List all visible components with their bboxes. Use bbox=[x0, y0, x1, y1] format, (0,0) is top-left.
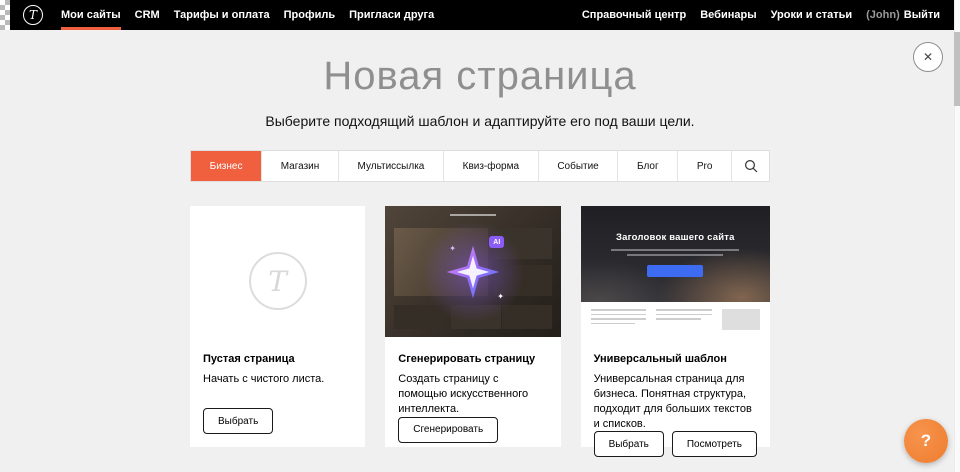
nav-right: Справочный центр Вебинары Уроки и статьи… bbox=[582, 0, 940, 30]
card-ai-generate: AI ✦ ✦ Сгенерировать страницу Создать ст… bbox=[385, 206, 560, 447]
sparkle-icon: ✦ bbox=[497, 292, 504, 301]
top-nav: T Мои сайты CRM Тарифы и оплата Профиль … bbox=[0, 0, 960, 30]
card-description: Начать с чистого листа. bbox=[203, 372, 352, 387]
card-universal-template: Заголовок вашего сайта bbox=[581, 206, 770, 447]
nav-left: Мои сайты CRM Тарифы и оплата Профиль Пр… bbox=[61, 0, 434, 30]
nav-profile[interactable]: Профиль bbox=[284, 0, 335, 30]
logo[interactable]: T bbox=[23, 5, 43, 25]
card-actions: Выбрать Посмотреть bbox=[594, 431, 757, 457]
template-text-section bbox=[581, 302, 770, 337]
tab-pro[interactable]: Pro bbox=[677, 151, 731, 181]
nav-tariffs[interactable]: Тарифы и оплата bbox=[174, 0, 270, 30]
card-title: Универсальный шаблон bbox=[594, 353, 757, 365]
card-actions: Сгенерировать bbox=[398, 417, 547, 443]
card-blank-page: T Пустая страница Начать с чистого листа… bbox=[190, 206, 365, 447]
template-grid: T Пустая страница Начать с чистого листа… bbox=[190, 206, 770, 447]
select-blank-button[interactable]: Выбрать bbox=[203, 408, 273, 434]
template-hero: Заголовок вашего сайта bbox=[581, 206, 770, 302]
help-button[interactable]: ? bbox=[904, 419, 948, 463]
nav-logout-label: Выйти bbox=[904, 9, 940, 21]
nav-logout[interactable]: (John) Выйти bbox=[866, 0, 940, 30]
search-icon bbox=[744, 159, 758, 173]
card-body: Пустая страница Начать с чистого листа. … bbox=[190, 337, 365, 447]
text-line bbox=[591, 314, 647, 316]
universal-template-preview[interactable]: Заголовок вашего сайта bbox=[581, 206, 770, 337]
scrollbar-track[interactable] bbox=[954, 0, 960, 472]
card-title: Сгенерировать страницу bbox=[398, 353, 547, 365]
hero-text-line bbox=[611, 249, 739, 251]
generate-button[interactable]: Сгенерировать bbox=[398, 417, 498, 443]
tab-blog[interactable]: Блог bbox=[617, 151, 677, 181]
card-description: Создать страницу с помощью искусственног… bbox=[398, 372, 547, 417]
text-line bbox=[591, 323, 636, 325]
text-line bbox=[656, 314, 712, 316]
select-universal-button[interactable]: Выбрать bbox=[594, 431, 664, 457]
close-button[interactable]: ✕ bbox=[913, 42, 943, 72]
tab-multilink[interactable]: Мультиссылка bbox=[338, 151, 443, 181]
transparency-checker bbox=[0, 0, 10, 30]
nav-my-sites[interactable]: Мои сайты bbox=[61, 0, 121, 30]
hero-text-line bbox=[627, 254, 723, 256]
page-subtitle: Выберите подходящий шаблон и адаптируйте… bbox=[0, 113, 960, 129]
hero-cta-button bbox=[647, 265, 703, 277]
nav-invite-friend[interactable]: Пригласи друга bbox=[349, 0, 434, 30]
nav-webinars[interactable]: Вебинары bbox=[700, 0, 756, 30]
nav-help-center[interactable]: Справочный центр bbox=[582, 0, 686, 30]
tab-shop[interactable]: Магазин bbox=[261, 151, 338, 181]
text-line bbox=[591, 318, 647, 320]
blank-page-preview[interactable]: T bbox=[190, 206, 365, 337]
card-title: Пустая страница bbox=[203, 353, 352, 365]
card-description: Универсальная страница для бизнеса. Поня… bbox=[594, 372, 757, 431]
image-placeholder bbox=[722, 309, 760, 330]
template-hero-title: Заголовок вашего сайта bbox=[581, 206, 770, 243]
nav-lessons[interactable]: Уроки и статьи bbox=[771, 0, 853, 30]
page-title: Новая страница bbox=[0, 54, 960, 99]
card-body: Сгенерировать страницу Создать страницу … bbox=[385, 337, 560, 456]
nav-crm[interactable]: CRM bbox=[135, 0, 160, 30]
tab-event[interactable]: Событие bbox=[538, 151, 618, 181]
text-column bbox=[591, 309, 647, 337]
nav-username: (John) bbox=[866, 9, 900, 21]
template-tabs: Бизнес Магазин Мультиссылка Квиз-форма С… bbox=[190, 150, 770, 182]
tab-search[interactable] bbox=[731, 151, 769, 181]
tab-business[interactable]: Бизнес bbox=[191, 151, 261, 181]
text-line bbox=[656, 318, 701, 320]
tilda-logo-circle-icon: T bbox=[249, 252, 307, 310]
card-body: Универсальный шаблон Универсальная стран… bbox=[581, 337, 770, 470]
preview-universal-button[interactable]: Посмотреть bbox=[672, 431, 757, 457]
ai-badge: AI bbox=[489, 236, 504, 248]
text-line bbox=[591, 309, 647, 311]
text-line bbox=[656, 309, 712, 311]
tab-quiz-form[interactable]: Квиз-форма bbox=[443, 151, 538, 181]
card-actions: Выбрать bbox=[203, 408, 352, 434]
text-column bbox=[656, 309, 712, 337]
ai-generate-preview[interactable]: AI ✦ ✦ bbox=[385, 206, 560, 337]
sparkle-icon: ✦ bbox=[449, 244, 456, 253]
scrollbar-thumb[interactable] bbox=[954, 32, 960, 106]
close-icon: ✕ bbox=[923, 50, 933, 64]
